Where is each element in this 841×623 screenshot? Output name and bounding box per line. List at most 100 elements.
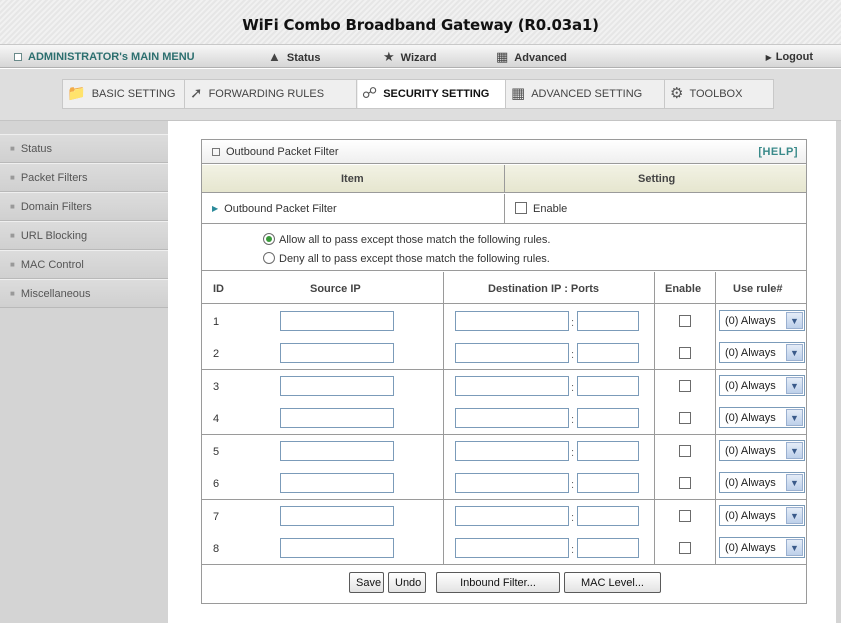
source-ip-input[interactable] (280, 311, 394, 331)
tab-advanced-setting[interactable]: ▦ ADVANCED SETTING (507, 80, 665, 108)
arrow-right-icon: ▶ (765, 53, 772, 62)
dest-ip-input[interactable] (455, 538, 569, 558)
sidebar-item-domain-filters[interactable]: ■ Domain Filters (0, 192, 168, 221)
row-id: 6 (213, 478, 220, 490)
chevron-down-icon[interactable]: ▼ (786, 409, 803, 426)
sidebar-item-mac-control[interactable]: ■ MAC Control (0, 250, 168, 279)
header-item: Item (341, 173, 364, 185)
use-rule-select[interactable]: (0) Always ▼ (719, 505, 805, 526)
ports-input[interactable] (577, 376, 639, 396)
dest-ip-input[interactable] (455, 311, 569, 331)
row-id: 4 (213, 413, 220, 425)
wizard-menu-item[interactable]: ★ Wizard (383, 49, 437, 65)
radio-allow-label: Allow all to pass except those match the… (279, 234, 551, 246)
inbound-filter-button[interactable]: Inbound Filter... (436, 572, 560, 593)
radio-allow[interactable] (263, 233, 275, 245)
sidebar-item-url-blocking[interactable]: ■ URL Blocking (0, 221, 168, 250)
tab-toolbox[interactable]: ⚙ TOOLBOX (666, 80, 774, 108)
chevron-down-icon[interactable]: ▼ (786, 377, 803, 394)
forwarding-icon: ➚ (190, 85, 203, 102)
sidebar-item-miscellaneous[interactable]: ■ Miscellaneous (0, 279, 168, 308)
ports-input[interactable] (577, 506, 639, 526)
outbound-filter-panel: Outbound Packet Filter [HELP] Item Setti… (201, 139, 807, 604)
row-id: 8 (213, 543, 220, 555)
right-gutter (836, 121, 841, 623)
source-ip-input[interactable] (280, 506, 394, 526)
use-rule-select[interactable]: (0) Always ▼ (719, 537, 805, 558)
sidebar-item-status[interactable]: ■ Status (0, 134, 168, 163)
rule-enable-checkbox[interactable] (679, 380, 691, 392)
admin-main-menu[interactable]: ADMINISTRATOR's MAIN MENU (14, 51, 195, 63)
chevron-down-icon[interactable]: ▼ (786, 312, 803, 329)
use-rule-select[interactable]: (0) Always ▼ (719, 407, 805, 428)
colon-separator: : (571, 317, 575, 329)
help-link[interactable]: [HELP] (758, 146, 798, 158)
dest-ip-input[interactable] (455, 376, 569, 396)
sidebar-item-packet-filters[interactable]: ■ Packet Filters (0, 163, 168, 192)
source-ip-input[interactable] (280, 473, 394, 493)
admin-main-menu-label: ADMINISTRATOR's MAIN MENU (28, 51, 195, 63)
dest-ip-input[interactable] (455, 473, 569, 493)
use-rule-select[interactable]: (0) Always ▼ (719, 472, 805, 493)
dest-ip-input[interactable] (455, 506, 569, 526)
rule-enable-checkbox[interactable] (679, 347, 691, 359)
source-ip-input[interactable] (280, 376, 394, 396)
table-row: 8 : (0) Always ▼ (202, 532, 806, 565)
use-rule-value: (0) Always (725, 315, 776, 327)
ports-input[interactable] (577, 441, 639, 461)
chevron-down-icon[interactable]: ▼ (786, 474, 803, 491)
use-rule-select[interactable]: (0) Always ▼ (719, 310, 805, 331)
undo-button[interactable]: Undo (388, 572, 426, 593)
enable-filter: Enable (515, 202, 567, 215)
header-setting: Setting (638, 173, 676, 185)
square-icon (212, 148, 220, 156)
filter-mode-options: Allow all to pass except those match the… (202, 225, 806, 271)
source-ip-input[interactable] (280, 408, 394, 428)
save-button[interactable]: Save (349, 572, 384, 593)
radio-allow-option[interactable]: Allow all to pass except those match the… (263, 233, 550, 246)
chevron-down-icon[interactable]: ▼ (786, 507, 803, 524)
sidebar-item-label: Miscellaneous (20, 288, 91, 300)
tab-forwarding-rules[interactable]: ➚ FORWARDING RULES (186, 80, 357, 108)
rule-enable-checkbox[interactable] (679, 445, 691, 457)
tab-basic-setting[interactable]: 📁 BASIC SETTING (63, 80, 185, 108)
radio-deny-option[interactable]: Deny all to pass except those match the … (263, 252, 550, 265)
use-rule-value: (0) Always (725, 542, 776, 554)
ports-input[interactable] (577, 343, 639, 363)
advanced-menu-item[interactable]: ▦ Advanced (496, 49, 567, 65)
chevron-down-icon[interactable]: ▼ (786, 344, 803, 361)
row-id: 5 (213, 446, 220, 458)
ports-input[interactable] (577, 538, 639, 558)
use-rule-select[interactable]: (0) Always ▼ (719, 375, 805, 396)
mac-level-button[interactable]: MAC Level... (564, 572, 661, 593)
ports-input[interactable] (577, 473, 639, 493)
enable-filter-checkbox[interactable] (515, 202, 527, 214)
dest-ip-input[interactable] (455, 441, 569, 461)
dest-ip-input[interactable] (455, 343, 569, 363)
tab-bar: 📁 BASIC SETTING ➚ FORWARDING RULES ☍ SECURI… (0, 69, 841, 121)
ports-input[interactable] (577, 408, 639, 428)
source-ip-input[interactable] (280, 538, 394, 558)
rule-enable-checkbox[interactable] (679, 542, 691, 554)
radio-deny[interactable] (263, 252, 275, 264)
rule-enable-checkbox[interactable] (679, 510, 691, 522)
use-rule-select[interactable]: (0) Always ▼ (719, 342, 805, 363)
chevron-down-icon[interactable]: ▼ (786, 539, 803, 556)
source-ip-input[interactable] (280, 343, 394, 363)
status-menu-item[interactable]: ▲ Status (268, 49, 321, 64)
header-id: ID (213, 283, 224, 295)
ports-input[interactable] (577, 311, 639, 331)
rule-enable-checkbox[interactable] (679, 315, 691, 327)
dest-ip-input[interactable] (455, 408, 569, 428)
row-id: 2 (213, 348, 220, 360)
rule-enable-checkbox[interactable] (679, 477, 691, 489)
chevron-down-icon[interactable]: ▼ (786, 442, 803, 459)
tab-security-setting[interactable]: ☍ SECURITY SETTING (358, 80, 506, 108)
bullet-icon: ■ (10, 260, 15, 269)
source-ip-input[interactable] (280, 441, 394, 461)
use-rule-select[interactable]: (0) Always ▼ (719, 440, 805, 461)
rule-enable-checkbox[interactable] (679, 412, 691, 424)
logout-link[interactable]: ▶ Logout (766, 51, 813, 63)
bullet-icon: ■ (10, 289, 15, 298)
row-id: 1 (213, 316, 220, 328)
